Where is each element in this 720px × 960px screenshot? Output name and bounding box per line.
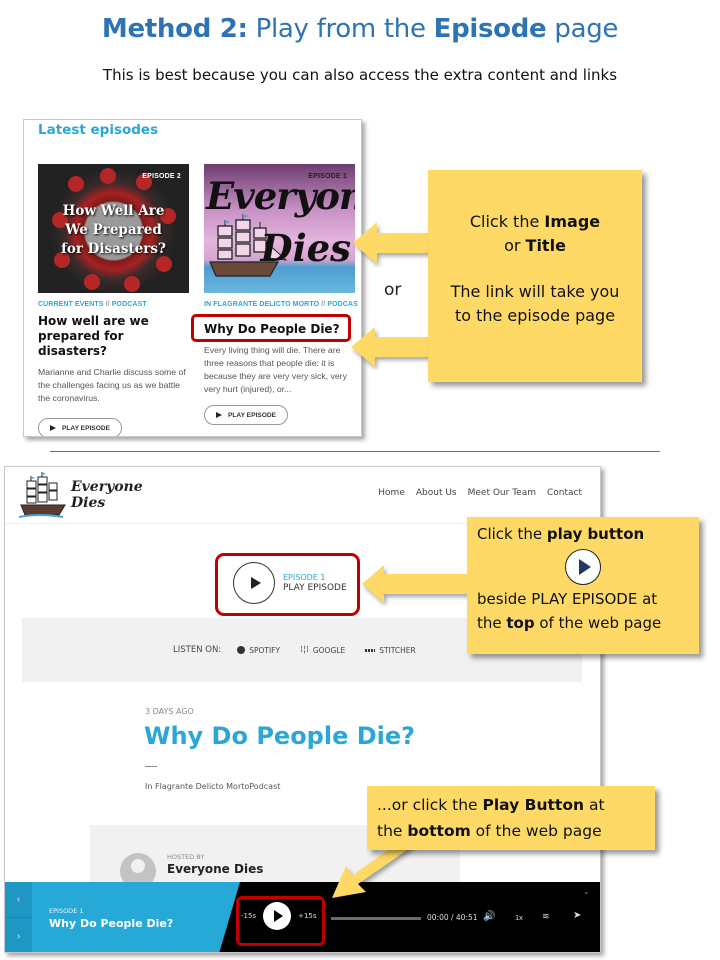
section-divider [50,451,660,452]
play-episode-button[interactable]: PLAY EPISODE [204,405,288,425]
nav-about-us[interactable]: About Us [416,488,457,498]
episode-title-link[interactable]: How well are we prepared for disasters? [38,314,189,359]
player-episode-label: EPISODE 1 [49,907,84,915]
highlight-box-bottom-play [236,896,325,946]
subheading: This is best because you can also access… [102,66,618,84]
post-date: 3 DAYS AGO [145,707,194,716]
latest-episodes-title: Latest episodes [38,122,159,138]
listen-stitcher-link[interactable]: STITCHER [365,646,416,655]
arrow-to-image-icon [353,222,433,264]
title-separator [145,766,157,767]
main-nav: Home About Us Meet Our Team Contact [378,488,582,498]
play-episode-label: PLAY EPISODE [227,411,276,419]
collapse-chevron-icon[interactable]: ⌄ [583,887,590,896]
listen-google-link[interactable]: ⁞¦⁞ GOOGLE [300,645,345,655]
player-episode-nav: ‹ › [5,882,32,952]
episode-image-text: Dies [260,226,351,270]
episode-categories: IN FLAGRANTE DELICTO MORTO // PODCAS [204,301,358,308]
post-title: Why Do People Die? [144,722,416,750]
stitcher-icon [365,648,376,652]
host-name[interactable]: Everyone Dies [167,862,263,876]
post-category[interactable]: In Flagrante Delicto MortoPodcast [145,782,280,791]
or-label: or [384,280,402,300]
play-icon [215,412,222,418]
site-header: Everyone Dies Home About Us Meet Our Tea… [5,467,600,524]
episode-categories: CURRENT EVENTS // PODCAST [38,301,147,308]
next-episode-icon[interactable]: › [5,918,32,952]
previous-episode-icon[interactable]: ‹ [5,882,32,918]
episode-image-everyone-dies[interactable]: EPISODE 1 Everyone Dies [204,164,355,293]
progress-slider[interactable] [331,917,421,920]
play-episode-label: PLAY EPISODE [61,424,110,432]
playback-speed-button[interactable]: 1x [515,913,523,922]
playback-time: 00:00 / 40:51 [427,913,478,922]
heading-text: Play from the [247,14,434,44]
heading-bold-method: Method 2: [101,14,248,44]
highlight-box-title [191,314,351,342]
google-podcasts-icon: ⁞¦⁞ [300,645,309,655]
hosted-by-label: HOSTED BY [167,853,205,861]
ship-logo-icon [19,472,66,518]
play-button-illustration-icon [565,549,601,585]
listen-on-label: LISTEN ON: [173,645,222,655]
episode-badge: EPISODE 2 [142,173,181,180]
episode-image-covid[interactable]: EPISODE 2 How Well Are We Prepared for D… [38,164,189,293]
episode-image-text: How Well Are We Prepared for Disasters? [61,203,166,257]
page-heading: Method 2: Play from the Episode page [0,14,720,44]
episode-description: Marianne and Charlie discuss some of the… [38,367,186,403]
play-episode-button[interactable]: PLAY EPISODE [38,418,122,436]
nav-meet-our-team[interactable]: Meet Our Team [468,488,536,498]
share-icon[interactable]: ➤ [573,910,581,921]
category-link[interactable]: IN FLAGRANTE DELICTO MORTO [204,301,319,308]
category-link[interactable]: CURRENT EVENTS [38,301,104,308]
latest-episodes-screenshot: Latest episodes EPISODE 2 How Well Are W… [23,119,362,437]
arrow-to-title-icon [351,327,431,367]
play-icon [49,425,56,431]
episode-card: EPISODE 2 How Well Are We Prepared for D… [38,164,189,436]
episode-card: EPISODE 1 Everyone Dies IN FLAGRANTE DEL… [204,164,358,425]
logo-text: Everyone Dies [71,479,143,511]
heading-bold-episode: Episode [433,14,547,44]
player-episode-title: Why Do People Die? [49,917,174,930]
spotify-icon [237,646,246,654]
category-link[interactable]: PODCAST [112,301,147,308]
nav-contact[interactable]: Contact [547,488,582,498]
arrow-to-top-play-icon [362,565,470,603]
volume-icon[interactable]: 🔊 [483,911,495,922]
site-logo[interactable]: Everyone Dies [19,469,179,521]
highlight-box-top-play [215,553,360,616]
nav-home[interactable]: Home [378,488,405,498]
listen-spotify-link[interactable]: SPOTIFY [237,646,280,655]
callout-top-play-button: Click the play button beside PLAY EPISOD… [467,517,699,654]
callout-bottom-play-button: ...or click the Play Button at the botto… [367,786,655,850]
category-link[interactable]: PODCAS [327,301,358,308]
callout-click-image-or-title: Click the Image or Title The link will t… [428,170,642,382]
heading-text-end: page [546,14,619,44]
episode-description: Every living thing will die. There are t… [204,345,347,394]
rss-icon[interactable]: ≋ [542,911,550,922]
